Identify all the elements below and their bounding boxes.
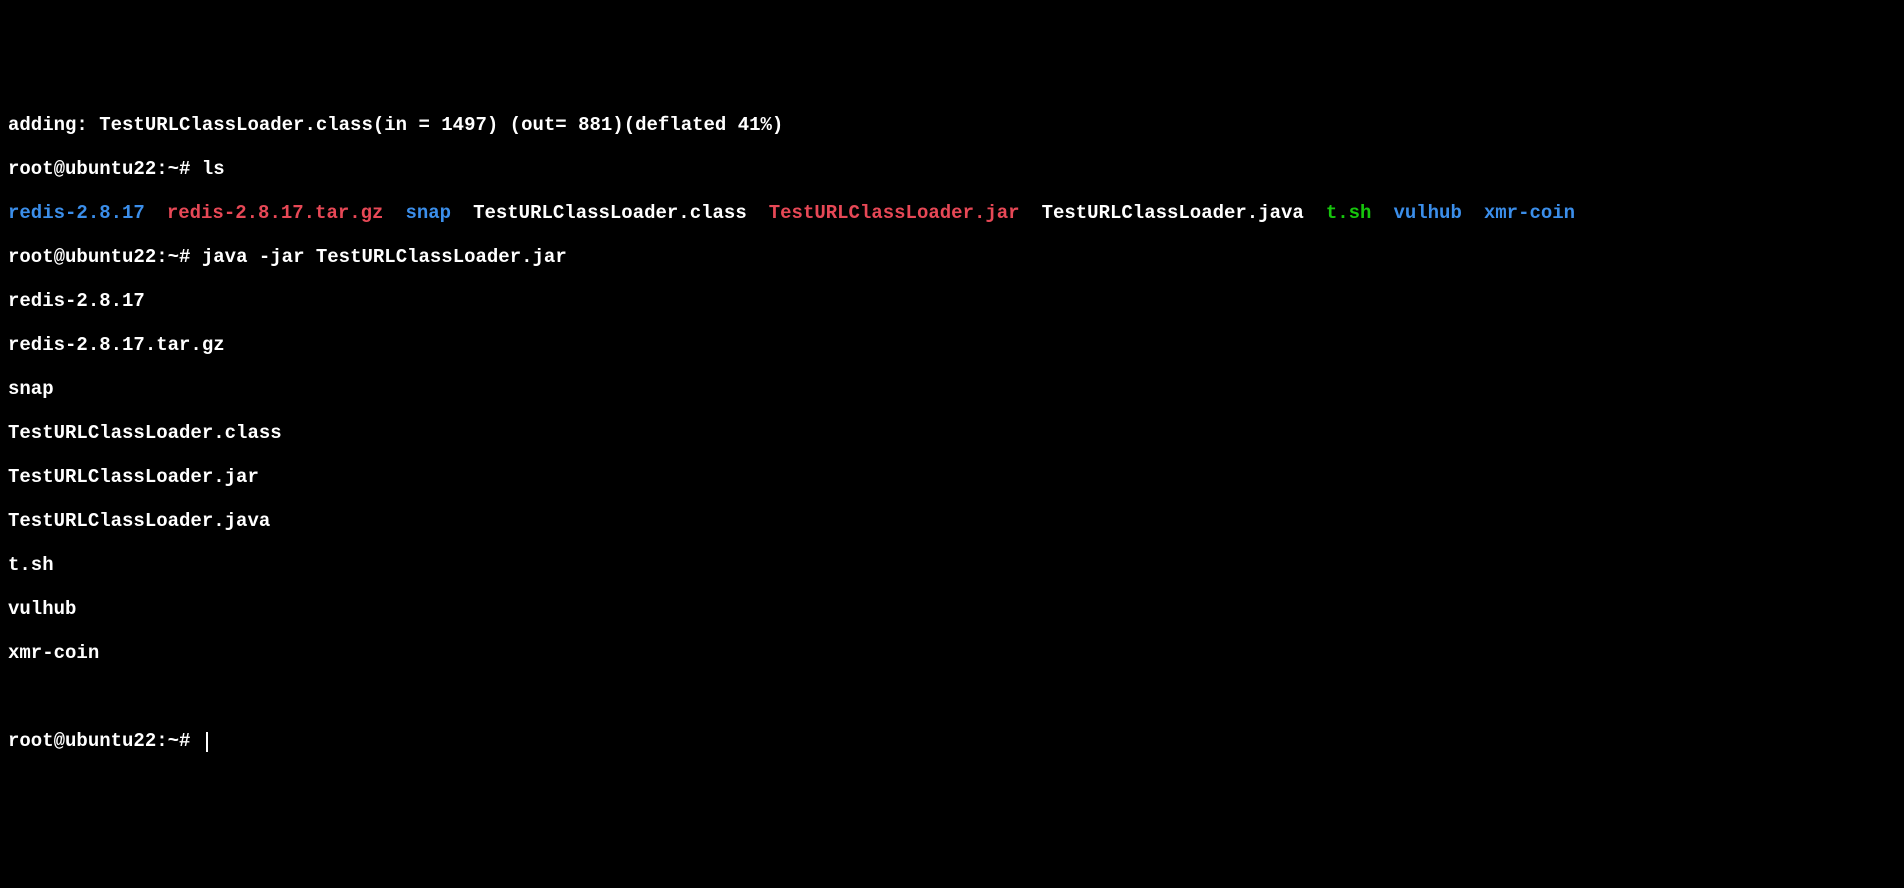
terminal-output[interactable]: adding: TestURLClassLoader.class(in = 14… [8,92,1896,774]
prompt-hash: # [179,730,202,752]
ls-dir: vulhub [1393,202,1461,224]
java-output-line: TestURLClassLoader.jar [8,466,1896,488]
ls-dir: xmr-coin [1484,202,1575,224]
command-java: java -jar TestURLClassLoader.jar [202,246,567,268]
prompt-path: ~ [168,158,179,180]
ls-archive: TestURLClassLoader.jar [769,202,1020,224]
ls-dir: redis-2.8.17 [8,202,145,224]
output-line-adding: adding: TestURLClassLoader.class(in = 14… [8,114,1896,136]
ls-dir: snap [405,202,451,224]
java-output-line: xmr-coin [8,642,1896,664]
prompt-user-host: root@ubuntu22 [8,246,156,268]
prompt-hash: # [179,158,202,180]
java-output-line: TestURLClassLoader.class [8,422,1896,444]
java-output-line: redis-2.8.17 [8,290,1896,312]
java-output-line: TestURLClassLoader.java [8,510,1896,532]
prompt-path: ~ [168,730,179,752]
java-output-line: t.sh [8,554,1896,576]
prompt-sep: : [156,246,167,268]
prompt-line-3[interactable]: root@ubuntu22:~# [8,730,1896,752]
prompt-sep: : [156,730,167,752]
prompt-path: ~ [168,246,179,268]
ls-file: TestURLClassLoader.class [473,202,747,224]
prompt-hash: # [179,246,202,268]
prompt-sep: : [156,158,167,180]
java-output-line: snap [8,378,1896,400]
ls-file: TestURLClassLoader.java [1042,202,1304,224]
cursor-icon [206,732,208,752]
prompt-user-host: root@ubuntu22 [8,158,156,180]
ls-output-line: redis-2.8.17 redis-2.8.17.tar.gz snap Te… [8,202,1896,224]
ls-executable: t.sh [1326,202,1372,224]
java-output-line: redis-2.8.17.tar.gz [8,334,1896,356]
ls-archive: redis-2.8.17.tar.gz [167,202,384,224]
prompt-line-2: root@ubuntu22:~# java -jar TestURLClassL… [8,246,1896,268]
blank-line [8,686,1896,708]
command-ls: ls [202,158,225,180]
prompt-user-host: root@ubuntu22 [8,730,156,752]
prompt-line-1: root@ubuntu22:~# ls [8,158,1896,180]
java-output-line: vulhub [8,598,1896,620]
